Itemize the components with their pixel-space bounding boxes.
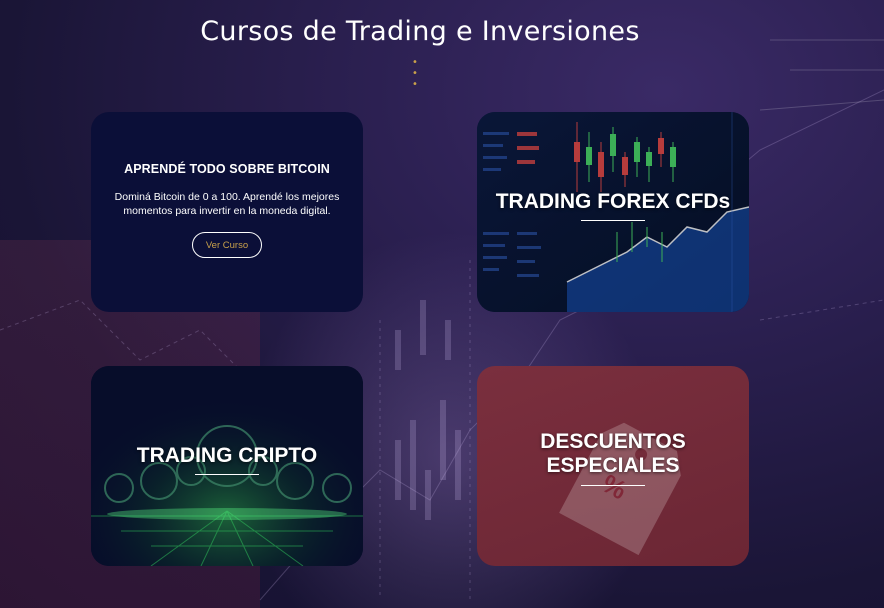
page-title: Cursos de Trading e Inversiones bbox=[200, 16, 640, 47]
ver-curso-button[interactable]: Ver Curso bbox=[192, 232, 262, 258]
card-forex-label: TRADING FOREX CFDs bbox=[495, 190, 731, 213]
card-cripto-label: TRADING CRIPTO bbox=[136, 444, 318, 467]
card-descuentos-especiales[interactable]: % DESCUENTOS ESPECIALES bbox=[477, 366, 749, 566]
card-bitcoin-title: APRENDÉ TODO SOBRE BITCOIN bbox=[124, 162, 330, 176]
title-divider-dots: • • • bbox=[412, 57, 428, 90]
card-forex-underline bbox=[581, 220, 645, 221]
card-descuentos-label-line2: ESPECIALES bbox=[546, 454, 680, 477]
card-bitcoin-description: Dominá Bitcoin de 0 a 100. Aprendé los m… bbox=[114, 191, 340, 217]
card-trading-forex[interactable]: TRADING FOREX CFDs bbox=[477, 112, 749, 312]
card-descuentos-label-line1: DESCUENTOS bbox=[540, 430, 686, 453]
card-descuentos-label: DESCUENTOS ESPECIALES bbox=[477, 430, 749, 478]
card-trading-cripto[interactable]: TRADING CRIPTO bbox=[91, 366, 363, 566]
card-cripto-underline bbox=[195, 474, 259, 475]
card-descuentos-underline bbox=[581, 485, 645, 486]
card-bitcoin-course[interactable]: APRENDÉ TODO SOBRE BITCOIN Dominá Bitcoi… bbox=[91, 112, 363, 312]
